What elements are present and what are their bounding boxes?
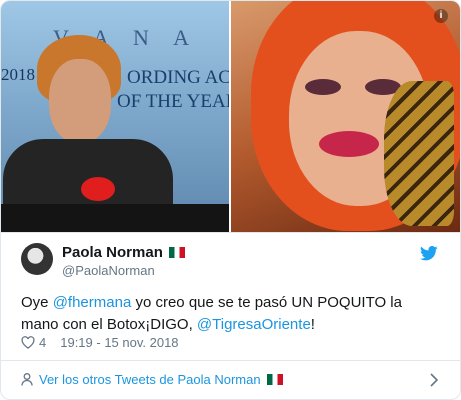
user-icon (21, 373, 33, 386)
embedded-tweet-card: V A N A 2018 ORDING ACA OF THE YEAR i Pa… (0, 0, 461, 400)
mexico-flag-icon (266, 374, 283, 385)
tweet-media[interactable]: V A N A 2018 ORDING ACA OF THE YEAR i (1, 1, 460, 232)
chevron-right-icon[interactable] (430, 373, 438, 387)
tweet-timestamp[interactable]: 19:19 - 15 nov. 2018 (60, 335, 178, 350)
author-name[interactable]: Paola Norman (62, 244, 163, 261)
author-handle[interactable]: @PaolaNorman (62, 263, 155, 278)
person-face (49, 59, 111, 143)
tweet-meta: 4 19:19 - 15 nov. 2018 (21, 335, 179, 350)
media-photo-left[interactable]: V A N A 2018 ORDING ACA OF THE YEAR (1, 1, 229, 232)
tv-frame-bottom (1, 204, 229, 232)
backdrop-line2: OF THE YEAR (117, 91, 229, 112)
tweet-text-part: ! (310, 316, 315, 333)
microphone (81, 177, 115, 201)
more-tweets-link-text[interactable]: Ver los otros Tweets de Paola Norman (39, 372, 261, 387)
info-icon[interactable]: i (434, 9, 448, 23)
media-photo-right[interactable]: i (231, 1, 460, 232)
backdrop-line1: ORDING ACA (127, 67, 229, 88)
backdrop-year-text: 2018 (1, 65, 35, 84)
more-tweets-link[interactable]: Ver los otros Tweets de Paola Norman (39, 372, 283, 387)
mention-link[interactable]: @fhermana (53, 294, 132, 311)
avatar[interactable] (21, 243, 53, 275)
mexico-flag-icon (168, 247, 185, 258)
mention-link[interactable]: @TigresaOriente (197, 316, 311, 333)
person-lips (319, 131, 379, 157)
person-eye (305, 79, 341, 95)
media-divider (1, 232, 460, 233)
leopard-nails (384, 81, 454, 226)
tweet-text-part: Oye (21, 294, 53, 311)
heart-icon[interactable] (21, 336, 35, 349)
like-count[interactable]: 4 (39, 335, 46, 350)
tweet-text: Oye @fhermana yo creo que se te pasó UN … (21, 292, 441, 336)
author-name-row[interactable]: Paola Norman (62, 244, 185, 261)
more-tweets-footer[interactable]: Ver los otros Tweets de Paola Norman (1, 361, 460, 399)
twitter-bird-icon[interactable] (420, 246, 438, 261)
